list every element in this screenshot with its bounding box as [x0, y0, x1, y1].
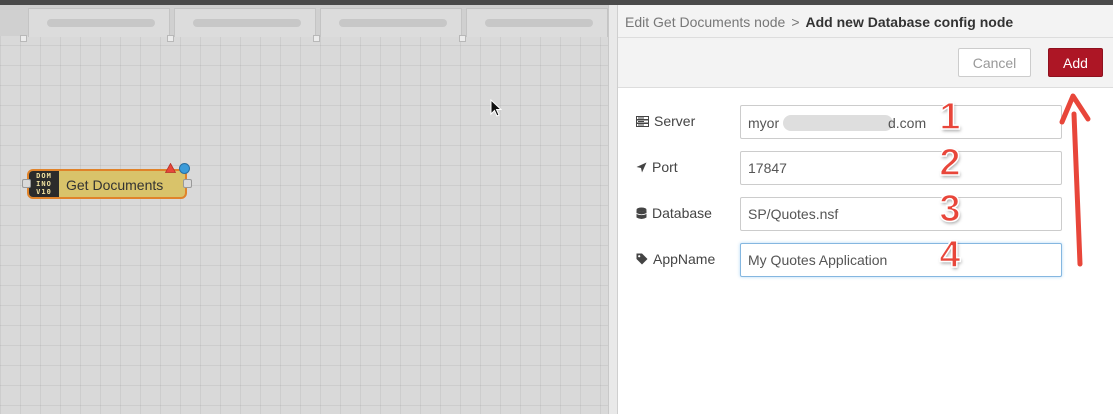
- location-arrow-icon: [636, 162, 647, 172]
- cancel-button[interactable]: Cancel: [958, 48, 1031, 77]
- tab-corner: [167, 35, 174, 42]
- workspace-tab[interactable]: [320, 8, 462, 37]
- appname-row: AppName 4: [618, 234, 1113, 277]
- arrow-annotation-icon: [1059, 93, 1091, 267]
- tray-header: Edit Get Documents node > Add new Database…: [618, 5, 1113, 38]
- flow-workspace[interactable]: DOM INO V10 Get Documents: [0, 5, 608, 414]
- cursor-arrow-icon: [490, 99, 502, 117]
- tab-corner: [20, 35, 27, 42]
- breadcrumb-separator: >: [791, 14, 800, 30]
- node-output-port[interactable]: [183, 179, 192, 188]
- database-input[interactable]: [740, 197, 1062, 231]
- breadcrumb-current: Add new Database config node: [805, 14, 1014, 30]
- workspace-tab[interactable]: [28, 8, 170, 37]
- badge-line: V10: [36, 188, 52, 196]
- domino-v10-logo-icon: DOM INO V10: [29, 171, 59, 197]
- database-icon: [636, 207, 647, 219]
- server-input[interactable]: myor d.com: [740, 105, 1062, 139]
- port-row: Port 2: [618, 142, 1113, 185]
- port-label: Port: [636, 159, 678, 175]
- warning-triangle-icon: [165, 163, 176, 173]
- tab-label-blurred: [485, 19, 593, 27]
- tab-label-blurred: [47, 19, 155, 27]
- step-marker-1: 1: [939, 96, 962, 138]
- tag-icon: [636, 253, 648, 265]
- breadcrumb: Edit Get Documents node > Add new Database…: [625, 14, 1013, 30]
- workspace-tab[interactable]: [466, 8, 608, 37]
- tab-corner: [313, 35, 320, 42]
- server-value-end: d.com: [888, 115, 927, 131]
- server-label: Server: [636, 113, 695, 129]
- workspace-tab[interactable]: [174, 8, 316, 37]
- node-input-port[interactable]: [22, 179, 31, 188]
- server-icon: [636, 115, 649, 127]
- server-label-text: Server: [654, 113, 696, 129]
- badge-line: DOM: [36, 172, 52, 180]
- badge-line: INO: [36, 180, 52, 188]
- appname-input[interactable]: [740, 243, 1062, 277]
- tab-label-blurred: [339, 19, 447, 27]
- changed-dot-icon: [179, 163, 190, 174]
- server-value-redacted: [783, 115, 893, 131]
- get-documents-node[interactable]: DOM INO V10 Get Documents: [22, 163, 192, 199]
- tab-corner: [459, 35, 466, 42]
- add-button[interactable]: Add: [1048, 48, 1103, 77]
- breadcrumb-parent[interactable]: Edit Get Documents node: [625, 14, 785, 30]
- tab-label-blurred: [193, 19, 301, 27]
- appname-label-text: AppName: [653, 251, 716, 267]
- server-row: Server myor d.com 1: [618, 96, 1113, 139]
- workspace-tab-bar: [0, 5, 608, 42]
- database-label: Database: [636, 205, 712, 221]
- database-label-text: Database: [652, 205, 712, 221]
- tray-toolbar: Cancel Add: [618, 38, 1113, 88]
- step-marker-4: 4: [939, 234, 962, 276]
- server-value-start: myor: [748, 115, 780, 131]
- node-label: Get Documents: [66, 177, 164, 193]
- step-marker-3: 3: [939, 188, 962, 230]
- port-label-text: Port: [652, 159, 678, 175]
- database-row: Database 3: [618, 188, 1113, 231]
- port-input[interactable]: [740, 151, 1062, 185]
- appname-label: AppName: [636, 251, 715, 267]
- editor-tray: Edit Get Documents node > Add new Database…: [618, 5, 1113, 414]
- step-marker-2: 2: [939, 142, 962, 184]
- panel-splitter[interactable]: [608, 5, 618, 414]
